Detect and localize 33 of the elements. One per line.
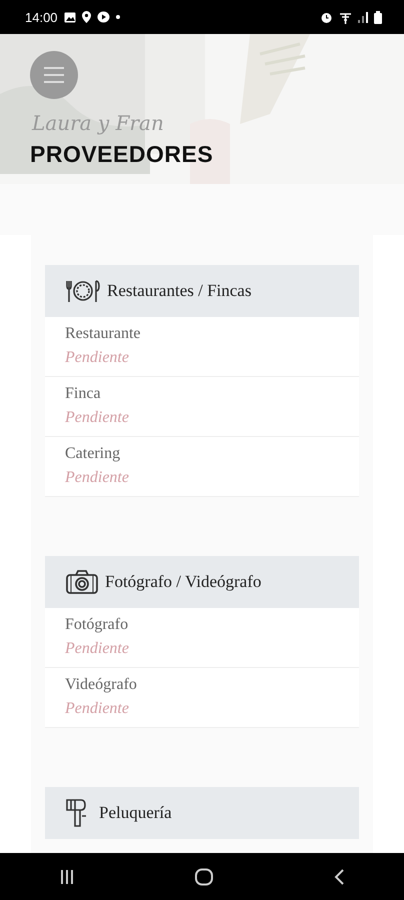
supplier-status: Pendiente [65, 700, 130, 718]
section-title: Fotógrafo / Videógrafo [105, 572, 262, 592]
signal-icon [358, 11, 368, 23]
logo: Laura y Fran [32, 111, 164, 135]
supplier-name: Videógrafo [65, 676, 138, 694]
gallery-icon [64, 12, 76, 22]
section-title: Restaurantes / Fincas [107, 281, 252, 301]
supplier-name: Finca [65, 385, 102, 403]
recent-apps-icon[interactable] [59, 868, 76, 884]
supplier-row[interactable]: Finca Pendiente [45, 377, 359, 437]
alarm-icon [320, 10, 333, 24]
page-title: PROVEEDORES [30, 141, 214, 168]
supplier-name: Restaurante [65, 325, 142, 343]
status-time: 14:00 [25, 10, 58, 24]
battery-icon [374, 10, 382, 24]
supplier-row[interactable]: Catering Pendiente [45, 437, 359, 497]
camera-icon [65, 569, 99, 595]
location-icon [82, 11, 91, 23]
supplier-status: Pendiente [65, 409, 130, 427]
media-icon [96, 11, 110, 23]
supplier-row[interactable]: Videógrafo Pendiente [45, 668, 359, 728]
supplier-row[interactable]: Restaurante Pendiente [45, 317, 359, 377]
section-title: Peluquería [99, 803, 172, 823]
supplier-status: Pendiente [65, 640, 130, 658]
back-icon[interactable] [332, 868, 345, 886]
supplier-status: Pendiente [65, 469, 130, 487]
supplier-status: Pendiente [65, 349, 130, 367]
plate-cutlery-icon [65, 278, 101, 304]
dot-icon [116, 15, 120, 19]
supplier-name: Fotógrafo [65, 616, 130, 634]
supplier-name: Catering [65, 445, 122, 463]
home-icon[interactable] [194, 868, 214, 886]
supplier-row[interactable]: Fotógrafo Pendiente [45, 608, 359, 668]
